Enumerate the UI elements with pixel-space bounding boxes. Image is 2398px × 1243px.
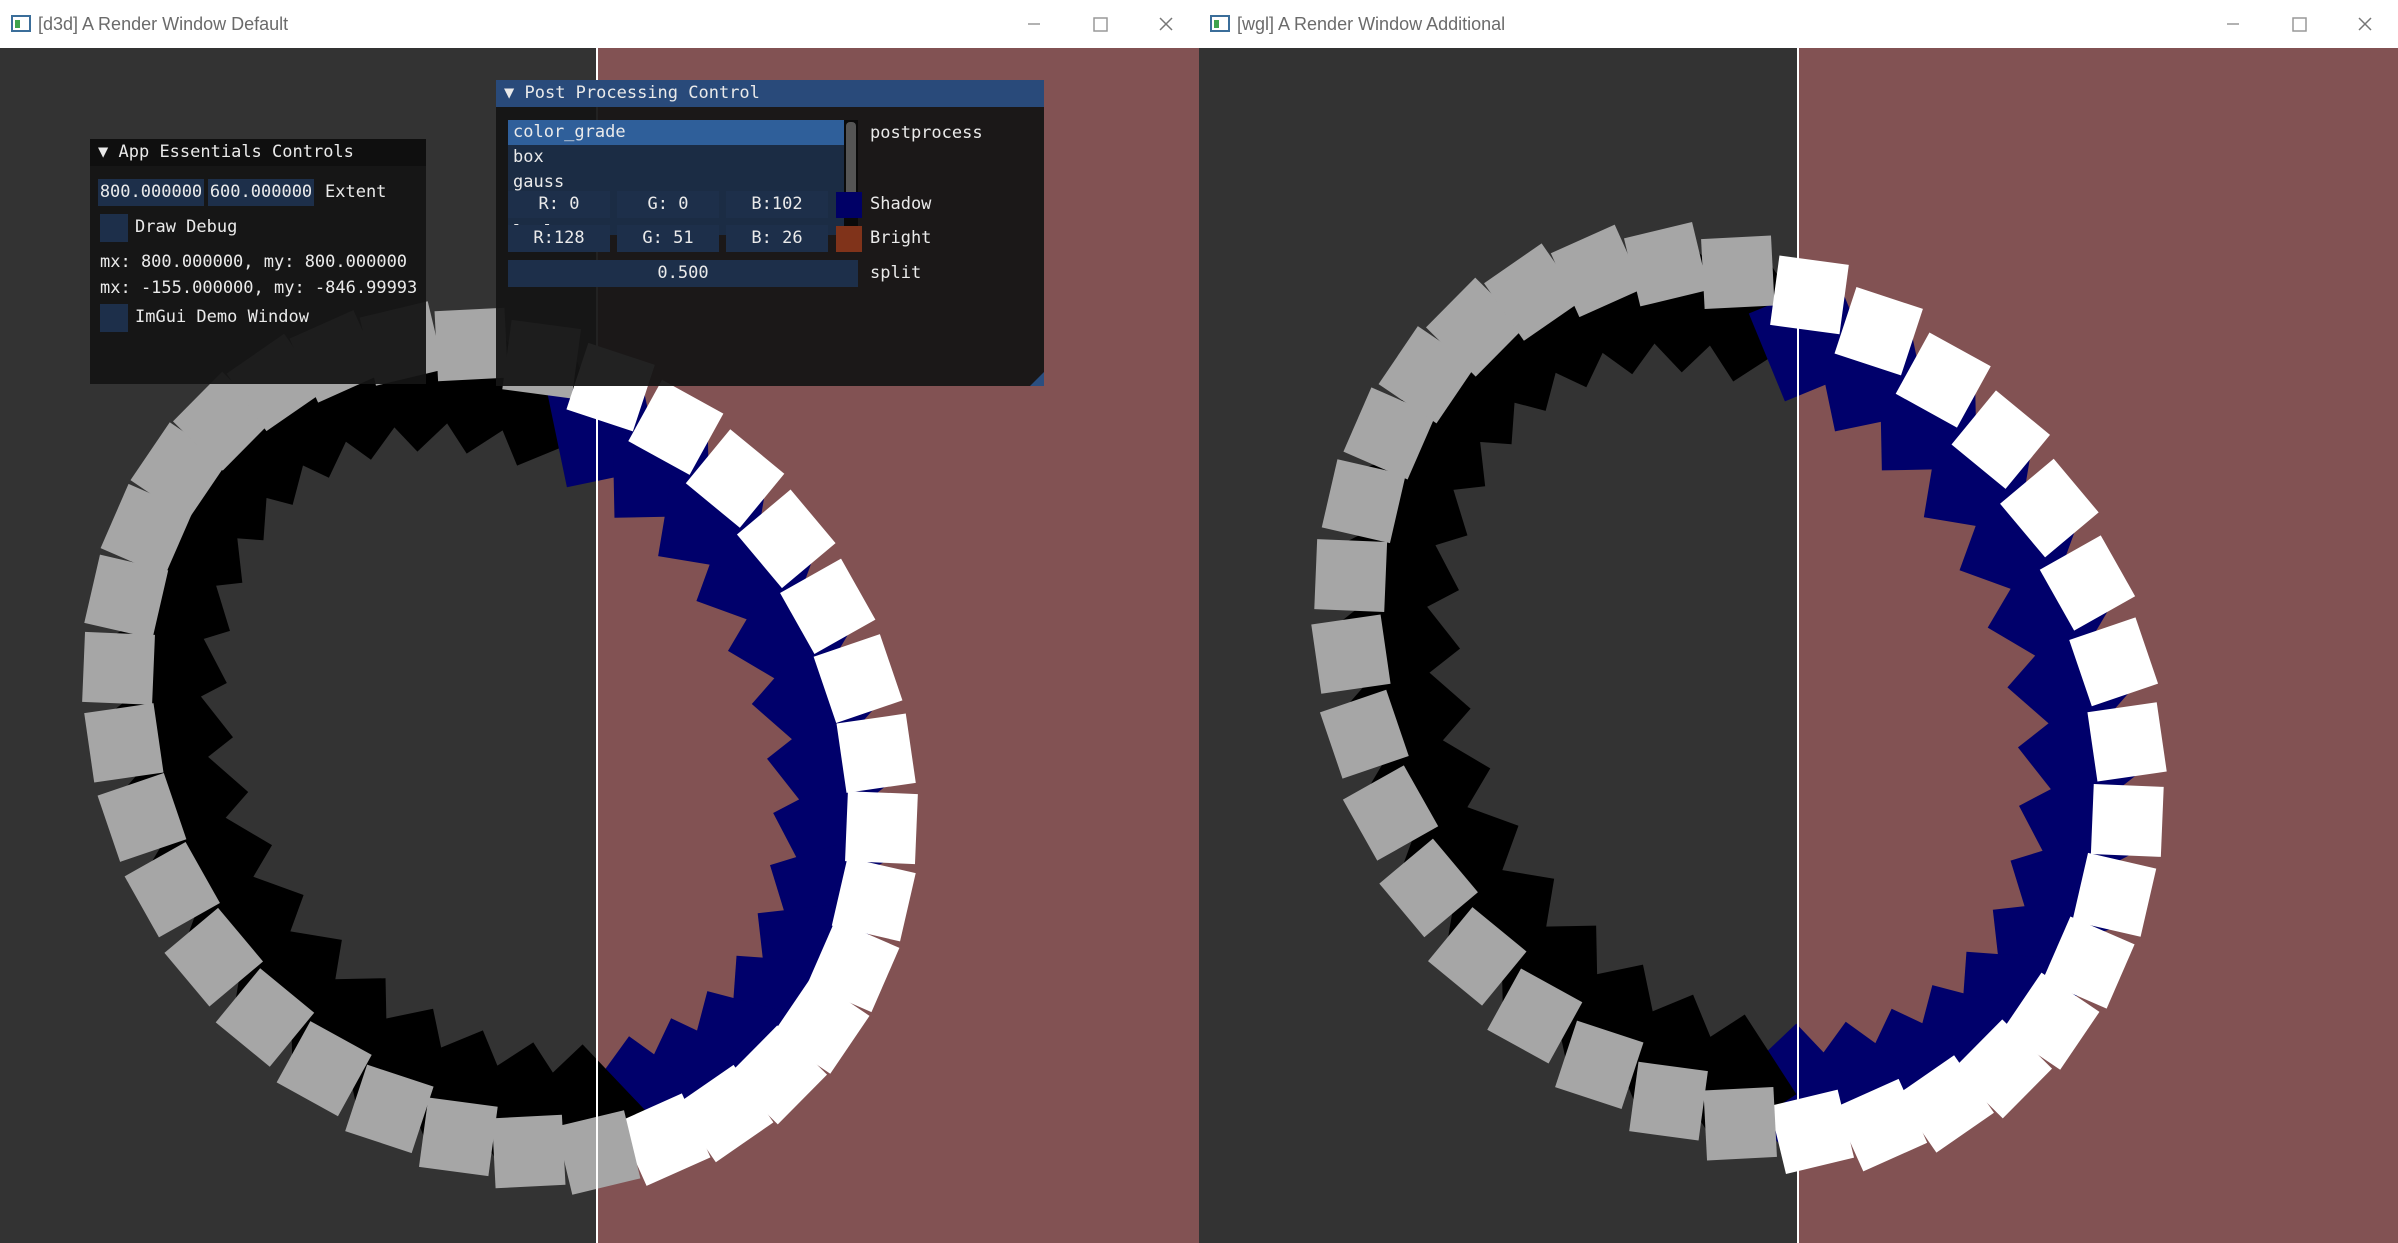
collapse-triangle-icon[interactable]: ▼ <box>98 142 108 162</box>
render-window-wgl: [wgl] A Render Window Additional <box>1199 0 2398 1243</box>
render-viewport[interactable] <box>1199 48 2398 1243</box>
split-label: split <box>870 263 922 283</box>
tile-face <box>82 631 155 705</box>
tile-face <box>1314 539 1388 612</box>
draw-debug-checkbox[interactable] <box>100 214 128 242</box>
render-viewport[interactable]: ▼ App Essentials Controls 800.000000 600… <box>0 48 1199 1243</box>
list-item[interactable]: color_grade <box>508 120 858 145</box>
tile-face <box>1311 614 1391 694</box>
title-bar[interactable]: [wgl] A Render Window Additional <box>1199 0 2398 49</box>
split-slider[interactable]: 0.500 <box>508 260 858 287</box>
mouse-coords-1: mx: 800.000000, my: 800.000000 <box>100 252 408 272</box>
extent-x-field[interactable]: 800.000000 <box>98 179 204 206</box>
draw-debug-label: Draw Debug <box>135 217 238 237</box>
bright-r-field[interactable]: R:128 <box>508 225 610 252</box>
minimize-icon[interactable] <box>2200 0 2266 48</box>
window-title: [wgl] A Render Window Additional <box>1237 14 1506 34</box>
tile-face <box>2090 784 2164 857</box>
window-title: [d3d] A Render Window Default <box>38 14 289 34</box>
close-icon[interactable] <box>1133 0 1199 48</box>
panel-title: Post Processing Control <box>524 83 760 103</box>
panel-title-bar[interactable]: ▼ App Essentials Controls <box>90 139 426 166</box>
resize-grip-icon[interactable] <box>1030 372 1044 386</box>
bright-b-field[interactable]: B: 26 <box>726 225 828 252</box>
tile-face <box>492 1114 566 1189</box>
imgui-demo-label: ImGui Demo Window <box>135 307 309 327</box>
bright-g-field[interactable]: G: 51 <box>617 225 719 252</box>
scene-canvas <box>1199 48 2398 1243</box>
app-essentials-controls-panel[interactable]: ▼ App Essentials Controls 800.000000 600… <box>90 139 426 384</box>
panel-title: App Essentials Controls <box>118 142 354 162</box>
tile-face <box>2087 702 2167 782</box>
imgui-demo-checkbox[interactable] <box>100 304 128 332</box>
postprocess-label: postprocess <box>870 123 983 143</box>
tile-face <box>1701 235 1775 310</box>
shadow-g-field[interactable]: G: 0 <box>617 191 719 218</box>
shadow-color-swatch[interactable] <box>836 192 862 218</box>
post-processing-panel[interactable]: ▼ Post Processing Control color_grade bo… <box>496 80 1044 386</box>
bright-label: Bright <box>870 228 932 248</box>
tile-face <box>84 703 164 783</box>
mouse-coords-2: mx: -155.000000, my: -846.99993 <box>100 278 418 298</box>
app-window-icon <box>11 15 31 32</box>
shadow-r-field[interactable]: R: 0 <box>508 191 610 218</box>
extent-label: Extent <box>325 182 387 202</box>
app-window-icon <box>1210 15 1230 32</box>
tile-face <box>1629 1061 1708 1141</box>
tile-face <box>845 791 918 865</box>
tile-face <box>836 713 916 793</box>
maximize-icon[interactable] <box>1067 0 1133 48</box>
collapse-triangle-icon[interactable]: ▼ <box>504 83 514 103</box>
shadow-b-field[interactable]: B:102 <box>726 191 828 218</box>
bright-color-swatch[interactable] <box>836 226 862 252</box>
panel-title-bar[interactable]: ▼ Post Processing Control <box>496 80 1044 107</box>
list-item[interactable]: box <box>508 145 858 170</box>
maximize-icon[interactable] <box>2266 0 2332 48</box>
tile-face <box>419 1097 498 1177</box>
minimize-icon[interactable] <box>1001 0 1067 48</box>
close-icon[interactable] <box>2332 0 2398 48</box>
title-bar[interactable]: [d3d] A Render Window Default <box>0 0 1199 49</box>
tile-face <box>1703 1086 1777 1161</box>
render-window-d3d: [d3d] A Render Window Default ▼ App Esse… <box>0 0 1199 1243</box>
extent-y-field[interactable]: 600.000000 <box>208 179 314 206</box>
shadow-label: Shadow <box>870 194 932 214</box>
tile-face <box>1770 255 1849 335</box>
